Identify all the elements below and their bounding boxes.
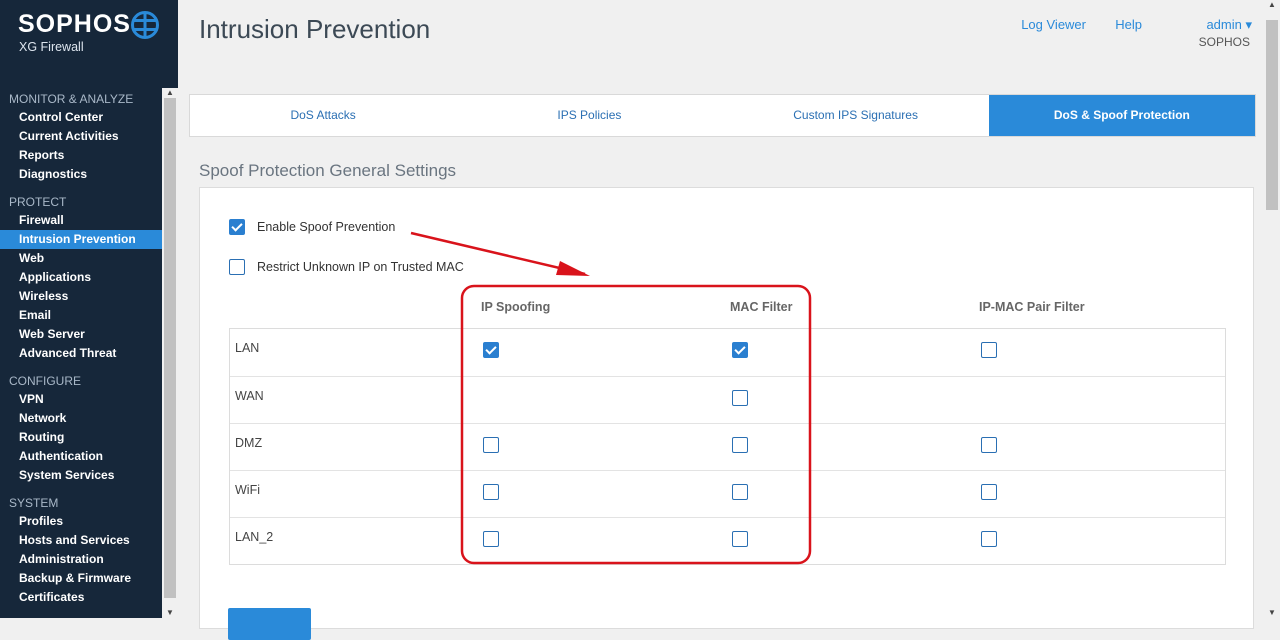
sidebar-item-control-center[interactable]: Control Center	[0, 108, 162, 127]
brand-name: SOPHOS	[18, 10, 131, 38]
scroll-down-icon[interactable]: ▼	[162, 608, 178, 618]
zone-label: WiFi	[235, 483, 260, 497]
sidebar-item-diagnostics[interactable]: Diagnostics	[0, 165, 162, 184]
sidebar-item-advanced-threat[interactable]: Advanced Threat	[0, 344, 162, 363]
sidebar-item-web[interactable]: Web	[0, 249, 162, 268]
tab-ips-policies[interactable]: IPS Policies	[456, 95, 722, 136]
restrict-unknown-ip-checkbox[interactable]	[229, 259, 245, 275]
sidebar-item-email[interactable]: Email	[0, 306, 162, 325]
mac-filter-checkbox[interactable]	[732, 531, 748, 547]
zone-label: LAN_2	[235, 530, 274, 544]
sidebar-item-applications[interactable]: Applications	[0, 268, 162, 287]
scroll-up-icon[interactable]: ▲	[1264, 0, 1280, 10]
sidebar-item-routing[interactable]: Routing	[0, 428, 162, 447]
globe-icon	[131, 11, 159, 39]
page-scrollbar[interactable]: ▲ ▼	[1264, 0, 1280, 618]
brand-logo: SOPHOS XG Firewall	[18, 10, 168, 65]
sidebar: SOPHOS XG Firewall MONITOR & ANALYZE Cont…	[0, 0, 178, 618]
ip-spoofing-checkbox[interactable]	[483, 531, 499, 547]
nav-section-heading: CONFIGURE	[9, 374, 81, 388]
zone-label: WAN	[235, 389, 264, 403]
nav-section: SYSTEM Profiles Hosts and Services Administ…	[0, 494, 162, 607]
sidebar-item-reports[interactable]: Reports	[0, 146, 162, 165]
org-name: SOPHOS	[1198, 35, 1250, 49]
sidebar-item-hosts-and-services[interactable]: Hosts and Services	[0, 531, 162, 550]
sidebar-item-system-services[interactable]: System Services	[0, 466, 162, 485]
table-row: WAN	[230, 376, 1225, 424]
col-mac-filter: MAC Filter	[730, 300, 793, 314]
zone-label: DMZ	[235, 436, 263, 450]
sidebar-item-authentication[interactable]: Authentication	[0, 447, 162, 466]
page-title: Intrusion Prevention	[199, 14, 431, 44]
section-title: Spoof Protection General Settings	[199, 161, 457, 180]
product-name: XG Firewall	[19, 40, 84, 54]
sidebar-item-vpn[interactable]: VPN	[0, 390, 162, 409]
col-ip-mac-pair-filter: IP-MAC Pair Filter	[979, 300, 1085, 314]
tab-bar: DoS Attacks IPS Policies Custom IPS Sign…	[189, 94, 1256, 137]
scroll-up-icon[interactable]: ▲	[162, 88, 178, 98]
spoof-settings-panel: Enable Spoof Prevention Restrict Unknown…	[199, 187, 1254, 640]
ip-mac-pair-checkbox[interactable]	[981, 437, 997, 453]
sidebar-item-network[interactable]: Network	[0, 409, 162, 428]
ip-spoofing-checkbox[interactable]	[483, 484, 499, 500]
nav-section: MONITOR & ANALYZE Control Center Current A…	[0, 90, 162, 184]
table-row: LAN_2	[230, 517, 1225, 565]
ip-mac-pair-checkbox[interactable]	[981, 484, 997, 500]
tab-dos-spoof-protection[interactable]: DoS & Spoof Protection	[988, 95, 1255, 136]
sidebar-scrollbar[interactable]: ▲ ▼	[162, 88, 178, 618]
tab-custom-ips-signatures[interactable]: Custom IPS Signatures	[723, 95, 989, 136]
nav-section-heading: SYSTEM	[9, 496, 59, 510]
sidebar-item-intrusion-prevention[interactable]: Intrusion Prevention	[0, 230, 162, 249]
nav-section: PROTECT Firewall Intrusion Prevention Web Ap…	[0, 193, 162, 363]
sidebar-item-wireless[interactable]: Wireless	[0, 287, 162, 306]
ip-spoofing-checkbox[interactable]	[483, 437, 499, 453]
admin-menu[interactable]: admin ▾	[1206, 17, 1252, 33]
main-nav: MONITOR & ANALYZE Control Center Current A…	[0, 90, 162, 616]
sidebar-item-firewall[interactable]: Firewall	[0, 211, 162, 230]
help-link[interactable]: Help	[1115, 17, 1142, 32]
mac-filter-checkbox[interactable]	[732, 390, 748, 406]
restrict-unknown-ip-label: Restrict Unknown IP on Trusted MAC	[257, 260, 464, 274]
tab-dos-attacks[interactable]: DoS Attacks	[190, 95, 456, 136]
table-row: WiFi	[230, 470, 1225, 518]
sidebar-item-administration[interactable]: Administration	[0, 550, 162, 569]
page-scroll-thumb[interactable]	[1266, 20, 1278, 210]
sidebar-item-web-server[interactable]: Web Server	[0, 325, 162, 344]
ip-spoofing-checkbox[interactable]	[483, 342, 499, 358]
zone-table: LAN WAN DMZ WiFi LAN_2	[229, 328, 1226, 565]
sidebar-item-backup-firmware[interactable]: Backup & Firmware	[0, 569, 162, 588]
mac-filter-checkbox[interactable]	[732, 437, 748, 453]
nav-section-heading: PROTECT	[9, 195, 67, 209]
enable-spoof-checkbox[interactable]	[229, 219, 245, 235]
zone-label: LAN	[235, 341, 260, 355]
table-row: DMZ	[230, 423, 1225, 471]
enable-spoof-label: Enable Spoof Prevention	[257, 220, 396, 234]
mac-filter-checkbox[interactable]	[732, 342, 748, 358]
ip-mac-pair-checkbox[interactable]	[981, 342, 997, 358]
sidebar-item-profiles[interactable]: Profiles	[0, 512, 162, 531]
table-row: LAN	[230, 329, 1225, 376]
log-viewer-link[interactable]: Log Viewer	[1021, 17, 1086, 32]
sidebar-scroll-thumb[interactable]	[164, 98, 176, 598]
nav-section-heading: MONITOR & ANALYZE	[9, 92, 134, 106]
col-ip-spoofing: IP Spoofing	[481, 300, 551, 314]
scroll-down-icon[interactable]: ▼	[1264, 608, 1280, 618]
apply-button[interactable]	[228, 608, 311, 640]
sidebar-item-certificates[interactable]: Certificates	[0, 588, 162, 607]
sidebar-item-current-activities[interactable]: Current Activities	[0, 127, 162, 146]
nav-section: CONFIGURE VPN Network Routing Authentication…	[0, 372, 162, 485]
ip-mac-pair-checkbox[interactable]	[981, 531, 997, 547]
mac-filter-checkbox[interactable]	[732, 484, 748, 500]
